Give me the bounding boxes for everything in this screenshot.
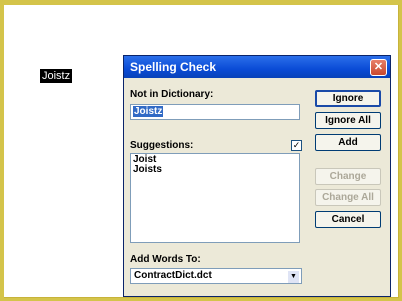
change-button[interactable]: Change: [315, 168, 381, 185]
add-words-value: ContractDict.dct: [134, 270, 212, 281]
list-item[interactable]: Joists: [131, 165, 299, 175]
suggestions-label: Suggestions:: [130, 140, 194, 151]
change-all-button[interactable]: Change All: [315, 189, 381, 206]
add-words-label: Add Words To:: [130, 254, 201, 265]
close-icon[interactable]: ✕: [370, 59, 387, 76]
not-in-dictionary-value: Joistz: [133, 106, 164, 117]
dialog-titlebar[interactable]: Spelling Check ✕: [124, 56, 390, 78]
not-in-dictionary-label: Not in Dictionary:: [130, 89, 214, 100]
spelling-check-dialog: Spelling Check ✕ Not in Dictionary: Jois…: [123, 55, 391, 297]
chevron-down-icon[interactable]: ▼: [288, 271, 299, 283]
suggestions-list[interactable]: Joist Joists: [130, 153, 300, 243]
cancel-button[interactable]: Cancel: [315, 211, 381, 228]
add-words-dropdown[interactable]: ContractDict.dct ▼: [130, 268, 302, 284]
suggestions-checkbox[interactable]: ✓: [291, 140, 302, 151]
dialog-title: Spelling Check: [130, 60, 217, 74]
add-button[interactable]: Add: [315, 134, 381, 151]
ignore-all-button[interactable]: Ignore All: [315, 112, 381, 129]
highlighted-word: Joistz: [40, 69, 73, 83]
ignore-button[interactable]: Ignore: [315, 90, 381, 107]
not-in-dictionary-field[interactable]: Joistz: [130, 104, 300, 120]
